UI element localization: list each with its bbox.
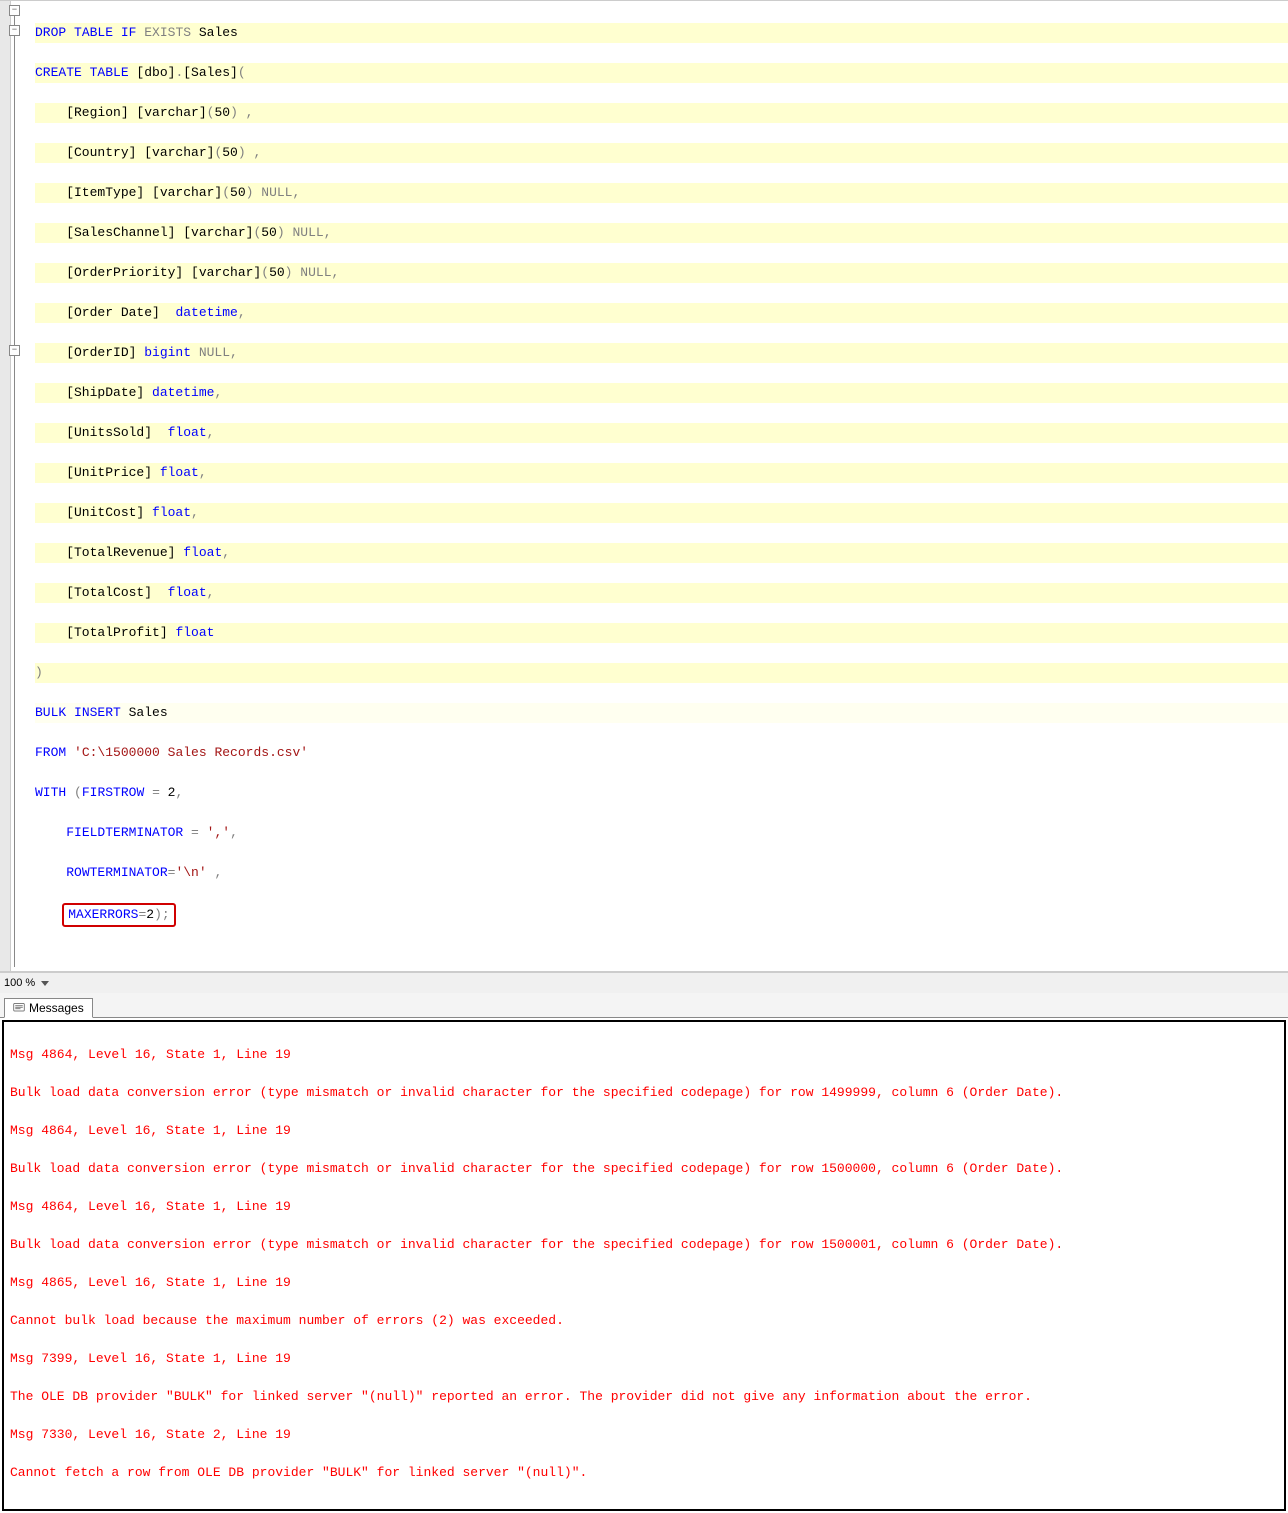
column-def: [TotalCost]	[35, 585, 168, 600]
punct: )	[35, 665, 43, 680]
column-def: [Region] [varchar]	[35, 105, 207, 120]
error-line: Cannot fetch a row from OLE DB provider …	[10, 1463, 1278, 1482]
identifier: Sales	[191, 25, 238, 40]
error-line: Msg 4864, Level 16, State 1, Line 19	[10, 1197, 1278, 1216]
sql-editor: − − − DROP TABLE IF EXISTS Sales CREATE …	[0, 0, 1288, 972]
results-tabs: Messages	[0, 993, 1288, 1018]
string-literal: '\n'	[175, 865, 206, 880]
keyword: FROM	[35, 745, 66, 760]
error-line: Bulk load data conversion error (type mi…	[10, 1083, 1278, 1102]
column-def: [Country] [varchar]	[35, 145, 214, 160]
column-def: [ShipDate]	[35, 385, 152, 400]
editor-zoom-bar: 100 %	[0, 972, 1288, 993]
keyword: BULK	[35, 705, 66, 720]
code-editor-area[interactable]: DROP TABLE IF EXISTS Sales CREATE TABLE …	[31, 1, 1288, 971]
column-def: [SalesChannel] [varchar]	[35, 225, 253, 240]
error-line: Msg 4864, Level 16, State 1, Line 19	[10, 1045, 1278, 1064]
identifier: [Sales]	[183, 65, 238, 80]
string-literal: ','	[207, 825, 230, 840]
tab-messages[interactable]: Messages	[4, 998, 93, 1018]
column-def: [OrderID]	[35, 345, 144, 360]
column-def: [UnitsSold]	[35, 425, 168, 440]
column-def: [Order Date]	[35, 305, 175, 320]
fold-toggle-icon[interactable]: −	[9, 345, 20, 356]
fold-toggle-icon[interactable]: −	[9, 25, 20, 36]
keyword: TABLE	[82, 65, 129, 80]
error-line: Msg 7399, Level 16, State 1, Line 19	[10, 1349, 1278, 1368]
highlighted-maxerrors-box: MAXERRORS=2);	[62, 903, 175, 927]
identifier: [dbo]	[129, 65, 176, 80]
error-line: Bulk load data conversion error (type mi…	[10, 1159, 1278, 1178]
error-line: Cannot bulk load because the maximum num…	[10, 1311, 1278, 1330]
keyword: ROWTERMINATOR	[66, 865, 167, 880]
column-def: [UnitCost]	[35, 505, 152, 520]
error-line: Msg 4865, Level 16, State 1, Line 19	[10, 1273, 1278, 1292]
column-def: [UnitPrice]	[35, 465, 160, 480]
tab-messages-label: Messages	[29, 1001, 84, 1015]
error-line: Bulk load data conversion error (type mi…	[10, 1235, 1278, 1254]
code-folding-gutter[interactable]: − − −	[11, 1, 31, 971]
column-def: [TotalProfit]	[35, 625, 175, 640]
error-line: Msg 7330, Level 16, State 2, Line 19	[10, 1425, 1278, 1444]
column-def: [TotalRevenue]	[35, 545, 183, 560]
messages-output[interactable]: Msg 4864, Level 16, State 1, Line 19 Bul…	[2, 1020, 1286, 1511]
column-def: [ItemType] [varchar]	[35, 185, 222, 200]
keyword: FIELDTERMINATOR	[66, 825, 183, 840]
messages-icon	[13, 1002, 25, 1014]
keyword: TABLE	[66, 25, 113, 40]
column-def: [OrderPriority] [varchar]	[35, 265, 261, 280]
punct: (	[238, 65, 246, 80]
error-line: The OLE DB provider "BULK" for linked se…	[10, 1387, 1278, 1406]
error-line: Msg 4864, Level 16, State 1, Line 19	[10, 1121, 1278, 1140]
keyword: IF	[113, 25, 136, 40]
breakpoint-gutter[interactable]	[0, 1, 11, 971]
keyword: CREATE	[35, 65, 82, 80]
zoom-level[interactable]: 100 %	[4, 977, 35, 989]
keyword: WITH	[35, 785, 66, 800]
keyword: DROP	[35, 25, 66, 40]
keyword: EXISTS	[136, 25, 191, 40]
string-literal: 'C:\1500000 Sales Records.csv'	[74, 745, 308, 760]
chevron-down-icon[interactable]	[41, 981, 49, 986]
fold-toggle-icon[interactable]: −	[9, 5, 20, 16]
